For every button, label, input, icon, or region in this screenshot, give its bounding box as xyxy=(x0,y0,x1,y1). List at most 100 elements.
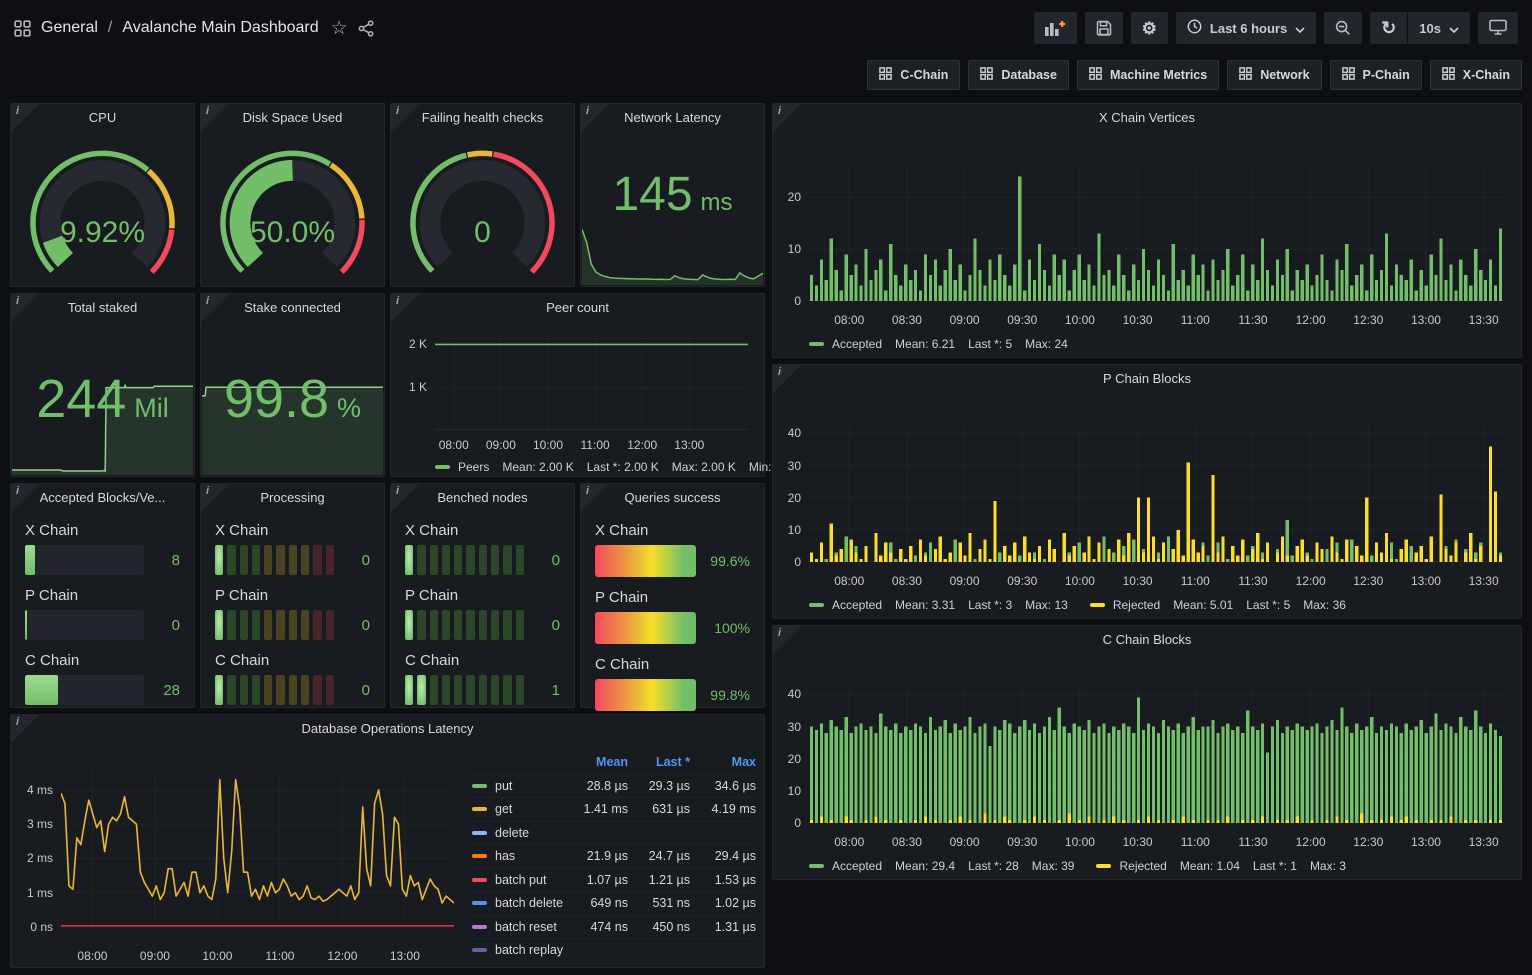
lcd-cell-y xyxy=(264,610,272,640)
breadcrumb-title[interactable]: Avalanche Main Dashboard xyxy=(122,19,318,37)
toolbar: ⚙ Last 6 hours ↻ 10s xyxy=(1034,12,1518,44)
x-chain-lcd-gauge[interactable] xyxy=(215,545,334,575)
panel-total-staked: i Total staked 244 Mil xyxy=(10,293,195,477)
legend-stat: Mean: 6.21 xyxy=(895,337,955,351)
c-chain-lcd-gauge[interactable] xyxy=(405,675,524,705)
panel-info-corner[interactable]: i xyxy=(391,294,419,322)
time-range-picker[interactable]: Last 6 hours xyxy=(1176,12,1316,44)
p_blocks-plot[interactable] xyxy=(809,427,1503,562)
legend-item-rejected[interactable]: RejectedMean: 1.04Last *: 1Max: 3 xyxy=(1096,859,1345,873)
lcd-cell-g xyxy=(240,610,248,640)
disk-gauge[interactable] xyxy=(201,134,384,280)
link-machine-metrics[interactable]: Machine Metrics xyxy=(1077,60,1219,90)
dashboard-settings-button[interactable]: ⚙ xyxy=(1131,12,1168,44)
star-icon[interactable]: ☆ xyxy=(331,17,348,40)
panel-info-corner[interactable]: i xyxy=(391,104,419,132)
link-c-chain[interactable]: C-Chain xyxy=(867,60,960,90)
p-chain-bar[interactable] xyxy=(25,610,144,640)
row-value: 99.6% xyxy=(706,553,750,569)
info-icon: i xyxy=(396,295,399,307)
apps-icon[interactable] xyxy=(14,20,31,37)
panel-info-corner[interactable]: i xyxy=(201,294,229,322)
panel-title[interactable]: P Chain Blocks xyxy=(773,365,1521,391)
panel-info-corner[interactable]: i xyxy=(11,715,39,743)
link-network[interactable]: Network xyxy=(1227,60,1321,90)
x-axis-tick: 11:00 xyxy=(265,949,294,963)
panel-info-corner[interactable]: i xyxy=(773,626,801,654)
legend-row-put[interactable]: put28.8 µs29.3 µs34.6 µs xyxy=(472,774,756,798)
zoom-out-button[interactable] xyxy=(1324,12,1362,44)
legend-row-get[interactable]: get1.41 ms631 µs4.19 ms xyxy=(472,797,756,821)
c-chain-gradient-bar[interactable] xyxy=(595,679,696,711)
health-gauge[interactable] xyxy=(391,134,574,280)
health-gauge-svg xyxy=(391,134,574,280)
legend-max-value: 1.02 µs xyxy=(690,896,756,910)
link-database[interactable]: Database xyxy=(968,60,1069,90)
x-axis-tick: 09:30 xyxy=(1007,313,1037,327)
c_blocks-plot[interactable] xyxy=(809,688,1503,823)
panel-info-corner[interactable]: i xyxy=(11,294,39,322)
p-chain-gradient-bar[interactable] xyxy=(595,612,696,644)
c-chain-bar[interactable] xyxy=(25,675,144,705)
save-dashboard-button[interactable] xyxy=(1085,12,1123,44)
legend-item-accepted[interactable]: AcceptedMean: 6.21Last *: 5Max: 24 xyxy=(809,337,1068,351)
link-p-chain[interactable]: P-Chain xyxy=(1330,60,1422,90)
x-axis-tick: 08:00 xyxy=(77,949,107,963)
link-x-chain[interactable]: X-Chain xyxy=(1430,60,1522,90)
legend-swatch xyxy=(472,784,487,788)
network-latency-stat: 145 ms xyxy=(581,167,764,222)
panel-info-corner[interactable]: i xyxy=(11,484,39,512)
panel-info-corner[interactable]: i xyxy=(773,365,801,393)
legend-swatch xyxy=(435,465,450,469)
legend-row-batch-reset[interactable]: batch reset474 ns450 ns1.31 µs xyxy=(472,915,756,939)
legend-item-peers[interactable]: PeersMean: 2.00 KLast *: 2.00 KMax: 2.00… xyxy=(435,460,792,474)
refresh-button[interactable]: ↻ xyxy=(1370,12,1407,44)
panel-info-corner[interactable]: i xyxy=(201,104,229,132)
panel-info-corner[interactable]: i xyxy=(581,484,609,512)
legend-row-delete[interactable]: delete xyxy=(472,821,756,845)
legend-mean-value: 649 ns xyxy=(566,896,628,910)
legend-row-batch-replay[interactable]: batch replay xyxy=(472,938,756,962)
refresh-interval-picker[interactable]: 10s xyxy=(1408,12,1470,44)
legend-row-has[interactable]: has21.9 µs24.7 µs29.4 µs xyxy=(472,844,756,868)
panel-title[interactable]: C Chain Blocks xyxy=(773,626,1521,652)
peer_count-plot[interactable] xyxy=(435,338,748,430)
panel-title[interactable]: Peer count xyxy=(391,294,764,320)
kiosk-mode-button[interactable] xyxy=(1478,12,1518,44)
add-panel-button[interactable] xyxy=(1034,12,1077,44)
legend-row-batch-delete[interactable]: batch delete649 ns531 ns1.02 µs xyxy=(472,891,756,915)
share-icon[interactable] xyxy=(358,20,375,37)
x-chain-lcd-gauge[interactable] xyxy=(405,545,524,575)
x_vertices-plot[interactable] xyxy=(809,166,1503,301)
panel-info-corner[interactable]: i xyxy=(391,484,419,512)
panel-info-corner[interactable]: i xyxy=(11,104,39,132)
stat-unit: ms xyxy=(701,189,733,217)
legend-item-accepted[interactable]: AcceptedMean: 29.4Last *: 28Max: 39 xyxy=(809,859,1074,873)
legend-item-rejected[interactable]: RejectedMean: 5.01Last *: 5Max: 36 xyxy=(1090,598,1346,612)
lcd-cell-g xyxy=(454,545,462,575)
lcd-cell-g xyxy=(417,610,425,640)
network-latency-sparkline[interactable] xyxy=(582,227,763,285)
p-chain-lcd-gauge[interactable] xyxy=(215,610,334,640)
panel-info-corner[interactable]: i xyxy=(201,484,229,512)
cpu-gauge[interactable] xyxy=(11,134,194,280)
db_latency-plot[interactable] xyxy=(61,771,454,927)
legend-stat: Mean: 5.01 xyxy=(1173,598,1233,612)
grafana-dashboard: General / Avalanche Main Dashboard ☆ ⚙ L… xyxy=(0,0,1532,975)
panel-info-corner[interactable]: i xyxy=(581,104,609,132)
x-axis-tick: 09:00 xyxy=(140,949,170,963)
x-axis-tick: 08:00 xyxy=(834,574,864,588)
p-chain-lcd-gauge[interactable] xyxy=(405,610,524,640)
panel-title[interactable]: X Chain Vertices xyxy=(773,104,1521,130)
x-chain-gradient-bar[interactable] xyxy=(595,545,696,577)
breadcrumb-section[interactable]: General xyxy=(41,19,98,37)
c-chain-lcd-gauge[interactable] xyxy=(215,675,334,705)
lcd-gauge-row: X Chain 0 xyxy=(215,522,370,575)
network_latency-spark-svg xyxy=(582,227,763,285)
lcd-cell-y xyxy=(301,545,309,575)
x-chain-bar[interactable] xyxy=(25,545,144,575)
legend-item-accepted[interactable]: AcceptedMean: 3.31Last *: 3Max: 13 xyxy=(809,598,1068,612)
panel-info-corner[interactable]: i xyxy=(773,104,801,132)
panel-title[interactable]: Database Operations Latency xyxy=(11,715,764,741)
legend-row-batch-put[interactable]: batch put1.07 µs1.21 µs1.53 µs xyxy=(472,868,756,892)
